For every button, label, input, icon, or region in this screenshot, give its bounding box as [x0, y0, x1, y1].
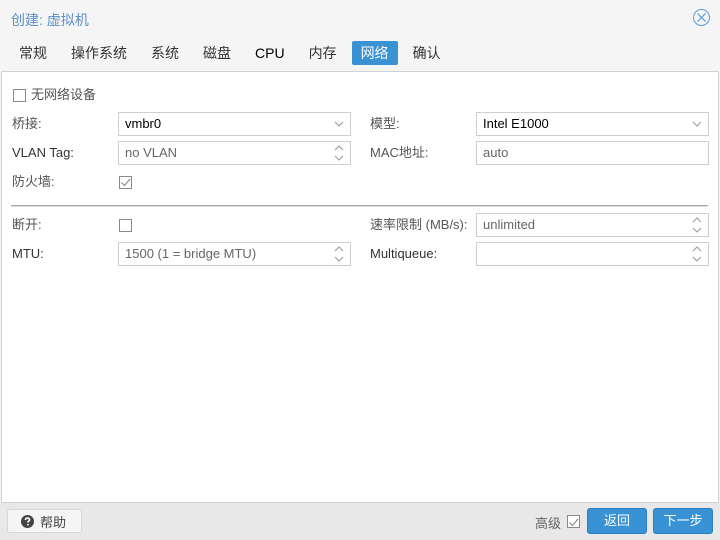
dialog-title: 创建: 虚拟机	[11, 12, 89, 28]
network-form-panel: 无网络设备 桥接: vmbr0 模型: Intel E1000 VLAN Tag…	[1, 71, 719, 503]
tab-system[interactable]: 系统	[142, 41, 188, 65]
tab-confirm[interactable]: 确认	[404, 41, 450, 65]
create-vm-dialog: 创建: 虚拟机 常规 操作系统 系统 磁盘 CPU 内存 网络 确认 无网络设备…	[0, 0, 720, 540]
mtu-input[interactable]: 1500 (1 = bridge MTU)	[118, 242, 351, 266]
no-network-checkbox[interactable]	[13, 89, 26, 102]
next-button[interactable]: 下一步	[653, 508, 713, 534]
spinner-updown-icon[interactable]	[691, 243, 703, 265]
multiqueue-label: Multiqueue:	[370, 246, 438, 261]
section-divider	[11, 205, 708, 207]
disconnect-label: 断开:	[12, 217, 42, 232]
dialog-footer: 帮助 高级 返回 下一步	[0, 503, 720, 540]
spinner-updown-icon[interactable]	[333, 142, 345, 164]
bridge-value: vmbr0	[125, 116, 162, 131]
model-label: 模型:	[370, 116, 400, 131]
back-button[interactable]: 返回	[587, 508, 647, 534]
firewall-label: 防火墙:	[12, 174, 55, 189]
tab-disk[interactable]: 磁盘	[194, 41, 240, 65]
tab-general[interactable]: 常规	[10, 41, 56, 65]
help-label: 帮助	[40, 514, 67, 530]
tab-cpu[interactable]: CPU	[246, 41, 294, 65]
close-button[interactable]	[693, 9, 710, 26]
rate-limit-input[interactable]: unlimited	[476, 213, 709, 237]
title-bar: 创建: 虚拟机	[0, 0, 720, 38]
advanced-label: 高级	[535, 516, 562, 531]
chevron-down-icon[interactable]	[691, 113, 703, 135]
advanced-checkbox[interactable]	[567, 515, 580, 528]
bridge-label: 桥接:	[12, 116, 42, 131]
mac-address-label: MAC地址:	[370, 145, 429, 160]
no-network-label: 无网络设备	[31, 87, 97, 102]
close-icon	[697, 13, 706, 22]
checkmark-icon	[121, 178, 131, 187]
rate-limit-label: 速率限制 (MB/s):	[370, 217, 468, 232]
model-select[interactable]: Intel E1000	[476, 112, 709, 136]
bridge-select[interactable]: vmbr0	[118, 112, 351, 136]
disconnect-checkbox[interactable]	[119, 219, 132, 232]
mtu-label: MTU:	[12, 246, 44, 261]
mtu-value: 1500 (1 = bridge MTU)	[125, 246, 257, 261]
vlan-tag-input[interactable]: no VLAN	[118, 141, 351, 165]
help-button[interactable]: 帮助	[7, 509, 82, 533]
question-circle-icon	[21, 514, 34, 528]
model-value: Intel E1000	[483, 116, 549, 131]
vlan-tag-label: VLAN Tag:	[12, 145, 74, 160]
mac-address-value: auto	[483, 145, 509, 160]
tab-os[interactable]: 操作系统	[62, 41, 136, 65]
firewall-checkbox[interactable]	[119, 176, 132, 189]
multiqueue-input[interactable]	[476, 242, 709, 266]
chevron-down-icon[interactable]	[333, 113, 345, 135]
spinner-updown-icon[interactable]	[691, 214, 703, 236]
tab-memory[interactable]: 内存	[300, 41, 346, 65]
tab-network[interactable]: 网络	[351, 41, 398, 65]
rate-limit-value: unlimited	[483, 217, 536, 232]
spinner-updown-icon[interactable]	[333, 243, 345, 265]
checkmark-icon	[569, 518, 579, 527]
wizard-tabs: 常规 操作系统 系统 磁盘 CPU 内存 网络 确认	[10, 41, 456, 65]
mac-address-input[interactable]: auto	[476, 141, 709, 165]
vlan-tag-value: no VLAN	[125, 145, 178, 160]
